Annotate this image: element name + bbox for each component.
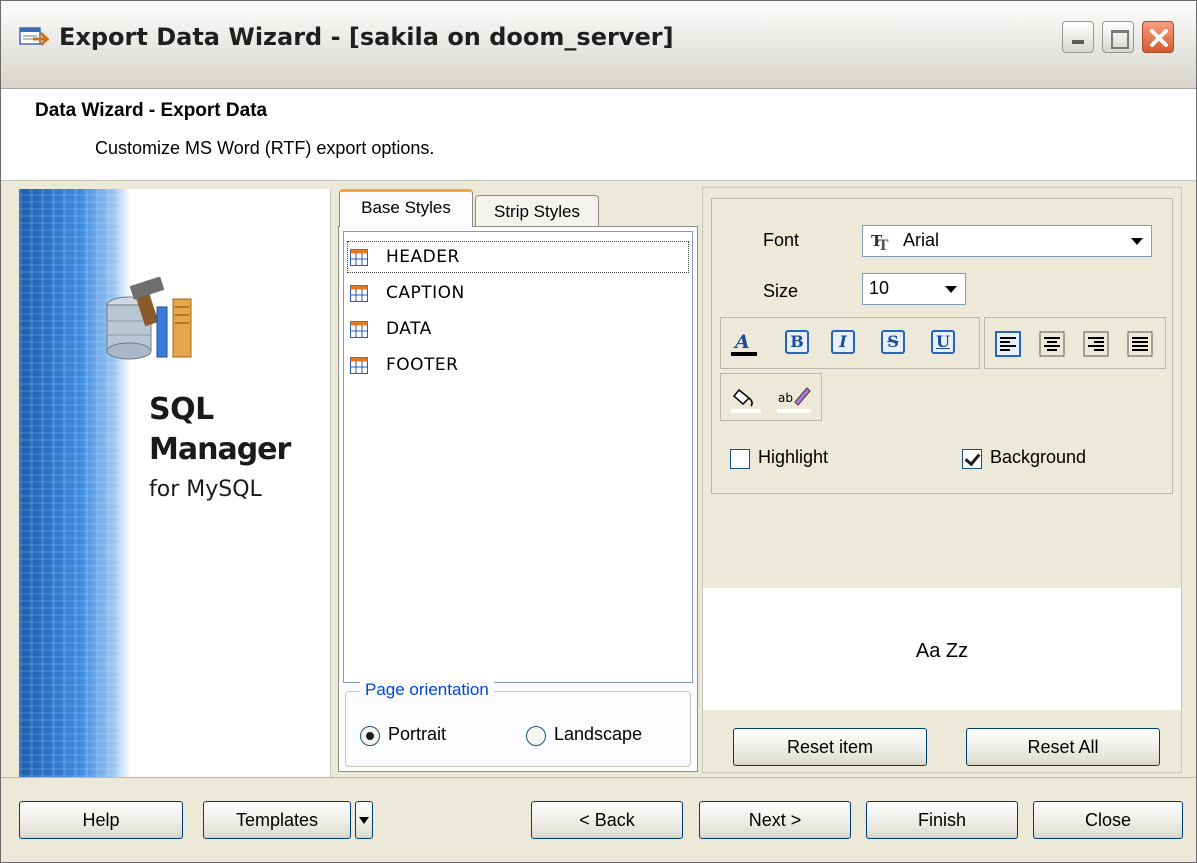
next-button[interactable]: Next > <box>699 801 851 839</box>
preview-sample-text: Aa Zz <box>915 640 969 662</box>
export-data-wizard-window: Export Data Wizard - [sakila on doom_ser… <box>0 0 1197 863</box>
align-justify-icon[interactable] <box>1127 331 1153 357</box>
table-style-icon <box>350 285 368 302</box>
font-properties-box: Font T T Arial Size 10 A B I S U ab High… <box>711 198 1173 494</box>
radio-indicator <box>526 726 546 746</box>
tab-base-styles[interactable]: Base Styles <box>339 189 473 227</box>
window-title: Export Data Wizard - [sakila on doom_ser… <box>59 23 674 51</box>
color-toolbar: ab <box>720 373 822 421</box>
table-style-icon <box>350 357 368 374</box>
list-item-header[interactable]: HEADER <box>346 240 690 274</box>
help-button[interactable]: Help <box>19 801 183 839</box>
svg-text:T: T <box>878 238 889 251</box>
strikethrough-button[interactable]: S <box>881 330 905 354</box>
page-orientation-title: Page orientation <box>360 680 494 700</box>
wizard-header: Data Wizard - Export Data Customize MS W… <box>1 89 1196 181</box>
brand-sql: SQL <box>149 392 214 427</box>
checkbox-indicator <box>730 449 750 469</box>
brand-manager: Manager <box>149 432 291 467</box>
page-subtitle: Customize MS Word (RTF) export options. <box>95 138 435 158</box>
database-tools-logo-icon <box>106 277 192 360</box>
finish-button[interactable]: Finish <box>866 801 1018 839</box>
table-style-icon <box>350 249 368 266</box>
chevron-down-icon <box>1131 238 1143 245</box>
templates-button[interactable]: Templates <box>203 801 351 839</box>
size-value: 10 <box>869 278 890 298</box>
close-window-button[interactable] <box>1142 21 1174 53</box>
background-label: Background <box>990 447 1087 467</box>
checkbox-indicator <box>962 449 982 469</box>
size-label: Size <box>763 281 799 301</box>
underline-button[interactable]: U <box>931 330 955 354</box>
brand-for-mysql: for MySQL <box>149 477 262 502</box>
base-styles-panel: HEADER CAPTION DATA FOOTER Page orientat… <box>338 226 698 772</box>
align-left-icon[interactable] <box>995 331 1021 357</box>
page-title: Data Wizard - Export Data <box>35 100 268 121</box>
list-item-data[interactable]: DATA <box>346 312 690 346</box>
chevron-down-icon <box>945 286 957 293</box>
fill-color-icon[interactable] <box>731 384 761 414</box>
list-item-caption[interactable]: CAPTION <box>346 276 690 310</box>
radio-indicator <box>360 726 380 746</box>
wizard-app-icon <box>19 27 49 47</box>
list-item-label: CAPTION <box>386 283 465 303</box>
reset-item-button[interactable]: Reset item <box>733 728 927 766</box>
alignment-toolbar <box>984 317 1166 369</box>
list-item-label: FOOTER <box>386 355 459 375</box>
close-button[interactable]: Close <box>1033 801 1183 839</box>
style-list[interactable]: HEADER CAPTION DATA FOOTER <box>343 231 693 683</box>
back-button[interactable]: < Back <box>531 801 683 839</box>
style-properties-panel: Font T T Arial Size 10 A B I S U ab High… <box>702 187 1182 773</box>
templates-dropdown-button[interactable] <box>355 801 373 839</box>
italic-button[interactable]: I <box>831 330 855 354</box>
align-center-icon[interactable] <box>1039 331 1065 357</box>
align-right-icon[interactable] <box>1083 331 1109 357</box>
style-preview: Aa Zz <box>703 588 1181 710</box>
portrait-label: Portrait <box>388 724 447 744</box>
footer-divider <box>1 777 1196 778</box>
highlight-label: Highlight <box>758 447 829 467</box>
close-icon <box>1150 29 1168 47</box>
size-select[interactable]: 10 <box>862 273 966 305</box>
product-banner: SQL Manager for MySQL <box>19 189 331 777</box>
font-color-icon[interactable]: A <box>731 331 757 357</box>
tab-strip-styles[interactable]: Strip Styles <box>475 195 599 227</box>
highlight-color-icon[interactable]: ab <box>777 384 811 414</box>
minimize-button[interactable] <box>1062 21 1094 53</box>
truetype-font-icon: T T <box>871 232 889 251</box>
maximize-button[interactable] <box>1102 21 1134 53</box>
title-bar[interactable]: Export Data Wizard - [sakila on doom_ser… <box>1 1 1196 89</box>
svg-text:ab: ab <box>778 391 793 405</box>
svg-text:A: A <box>733 331 750 353</box>
font-value: Arial <box>903 230 940 250</box>
font-label: Font <box>763 230 800 250</box>
chevron-down-icon <box>359 817 369 824</box>
bold-button[interactable]: B <box>785 330 809 354</box>
text-format-toolbar: A B I S U <box>720 317 980 369</box>
reset-all-button[interactable]: Reset All <box>966 728 1160 766</box>
list-item-label: HEADER <box>386 247 460 267</box>
landscape-label: Landscape <box>554 724 643 744</box>
font-select[interactable]: T T Arial <box>862 225 1152 257</box>
list-item-footer[interactable]: FOOTER <box>346 348 690 382</box>
table-style-icon <box>350 321 368 338</box>
list-item-label: DATA <box>386 319 432 339</box>
page-orientation-group: Page orientation Portrait Landscape <box>345 680 691 767</box>
